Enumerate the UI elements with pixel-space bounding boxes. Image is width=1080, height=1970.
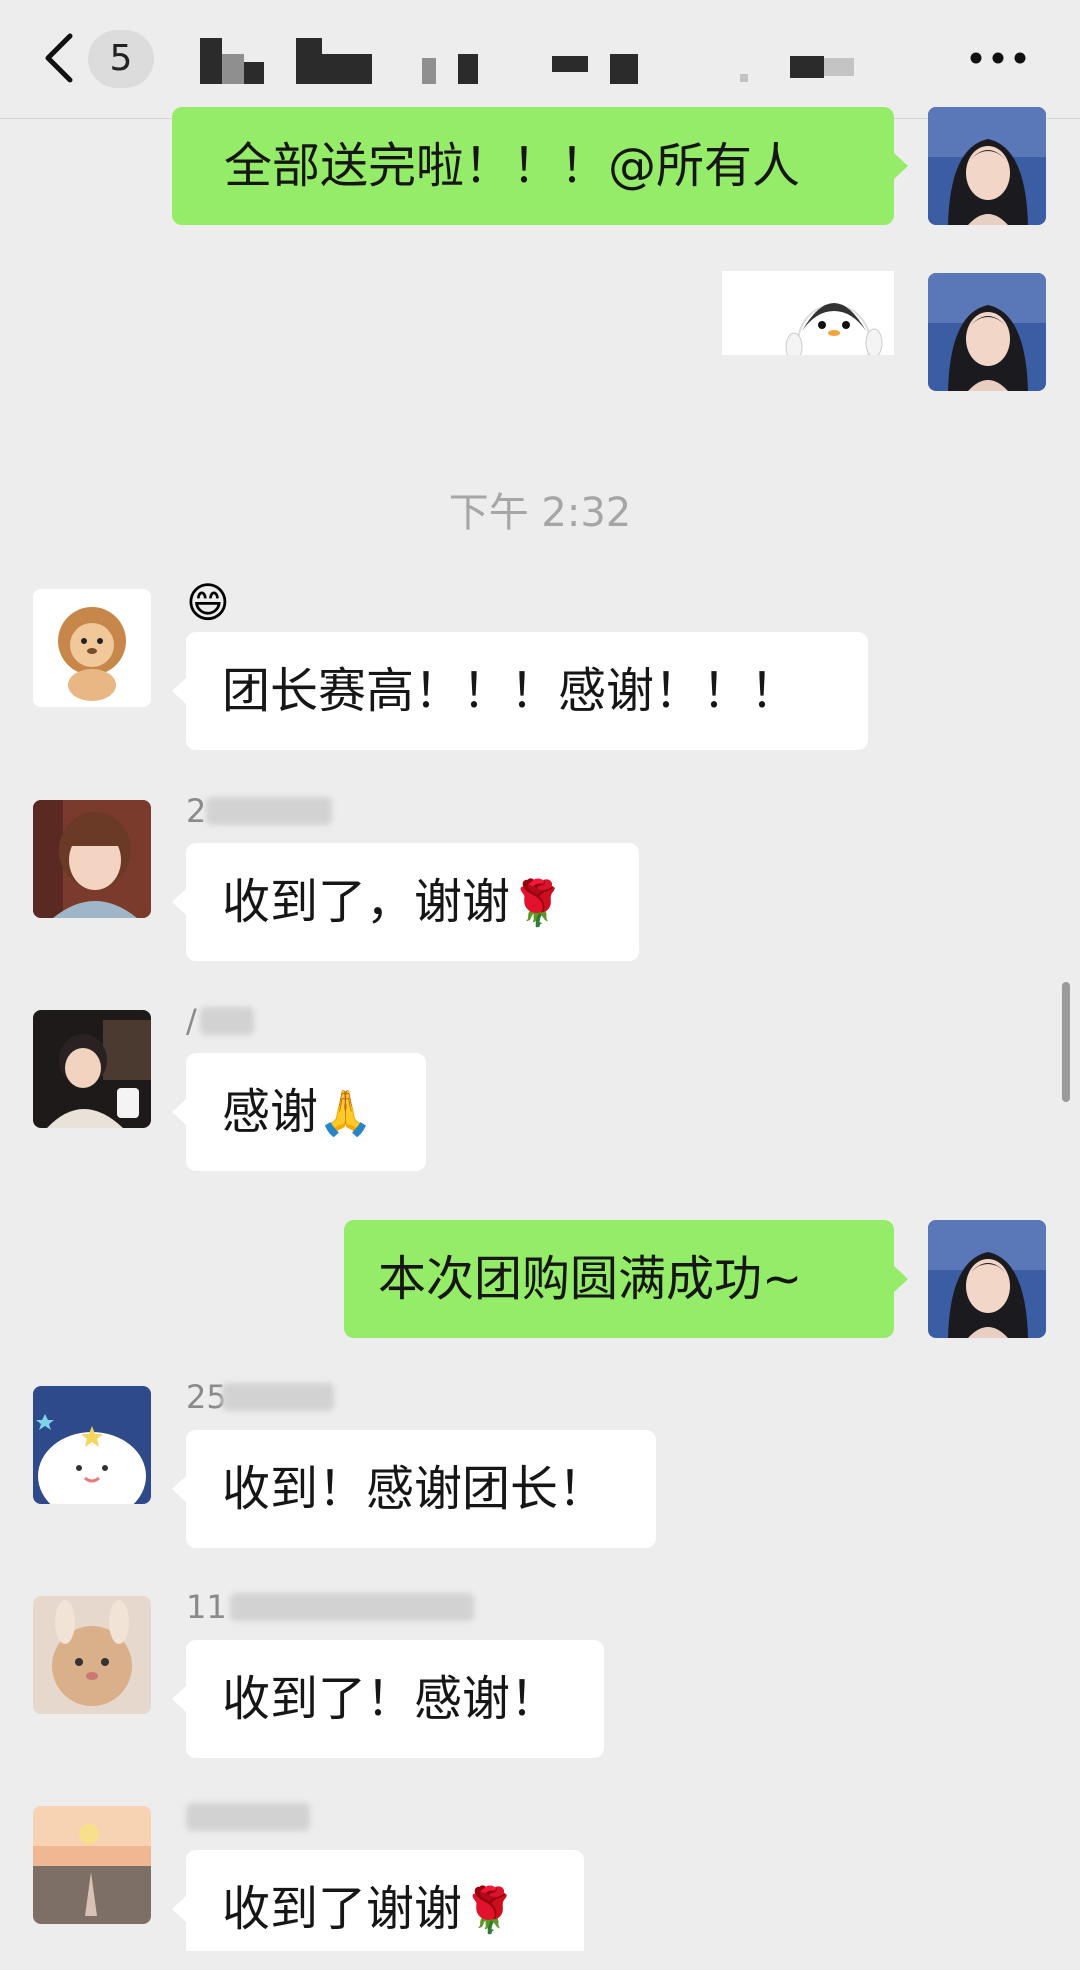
message-timestamp: 下午 2:32 xyxy=(448,490,632,536)
message-bubble-incoming[interactable]: 感谢🙏 xyxy=(172,1053,426,1171)
chevron-left-icon[interactable] xyxy=(40,30,80,86)
message-text: 收到！感谢团长！ xyxy=(222,1461,607,1517)
message-bubble-incoming[interactable]: 收到！感谢团长！ xyxy=(172,1430,656,1548)
chat-header: 5 xyxy=(0,0,1080,119)
message-text: 感谢 xyxy=(222,1084,319,1140)
message-text: 收到了！感谢！ xyxy=(222,1671,559,1727)
contact-avatar[interactable] xyxy=(33,1596,151,1714)
scrollbar-thumb[interactable] xyxy=(1062,982,1070,1102)
contact-avatar[interactable] xyxy=(33,1386,151,1504)
message-bubble-outgoing[interactable]: 本次团购圆满成功~ xyxy=(344,1220,908,1338)
rose-emoji: 🌹 xyxy=(510,878,565,929)
contact-avatar[interactable] xyxy=(33,589,151,707)
contact-avatar[interactable] xyxy=(33,1010,151,1128)
message-text: 收到了，谢谢 xyxy=(222,874,511,930)
contact-avatar[interactable] xyxy=(33,1806,151,1924)
message-bubble-incoming[interactable]: 收到了，谢谢🌹 xyxy=(172,843,639,961)
sender-name: 11 xyxy=(186,1587,486,1627)
sender-name xyxy=(186,1797,316,1837)
message-text: 团长赛高！！！感谢！！！ xyxy=(222,663,799,719)
unread-count-badge[interactable]: 5 xyxy=(88,30,154,88)
sender-name: 25 xyxy=(186,1377,346,1417)
message-bubble-incoming[interactable]: 团长赛高！！！感谢！！！ xyxy=(172,632,868,750)
my-avatar[interactable] xyxy=(928,273,1046,391)
message-text: 本次团购圆满成功~ xyxy=(378,1251,803,1307)
message-bubble-outgoing[interactable]: 全部送完啦！！！@所有人 xyxy=(172,107,908,225)
my-avatar[interactable] xyxy=(928,107,1046,225)
contact-avatar[interactable] xyxy=(33,800,151,918)
message-bubble-incoming[interactable]: 收到了！感谢！ xyxy=(172,1640,604,1758)
message-text: 收到了谢谢 xyxy=(222,1881,463,1937)
chat-title-redacted xyxy=(200,34,900,90)
my-avatar[interactable] xyxy=(928,1220,1046,1338)
rose-emoji: 🌹 xyxy=(462,1885,517,1936)
sender-name: / xyxy=(186,1001,276,1041)
message-text: 全部送完啦！！！@所有人 xyxy=(224,138,801,194)
reaction-emoji: 😄 xyxy=(186,578,230,627)
sender-name: 2 xyxy=(186,791,336,831)
praying-hands-emoji: 🙏 xyxy=(318,1088,373,1139)
penguin-sticker[interactable] xyxy=(722,271,894,355)
message-bubble-incoming[interactable]: 收到了谢谢🌹 xyxy=(172,1850,584,1951)
more-horizontal-icon[interactable] xyxy=(966,38,1030,78)
